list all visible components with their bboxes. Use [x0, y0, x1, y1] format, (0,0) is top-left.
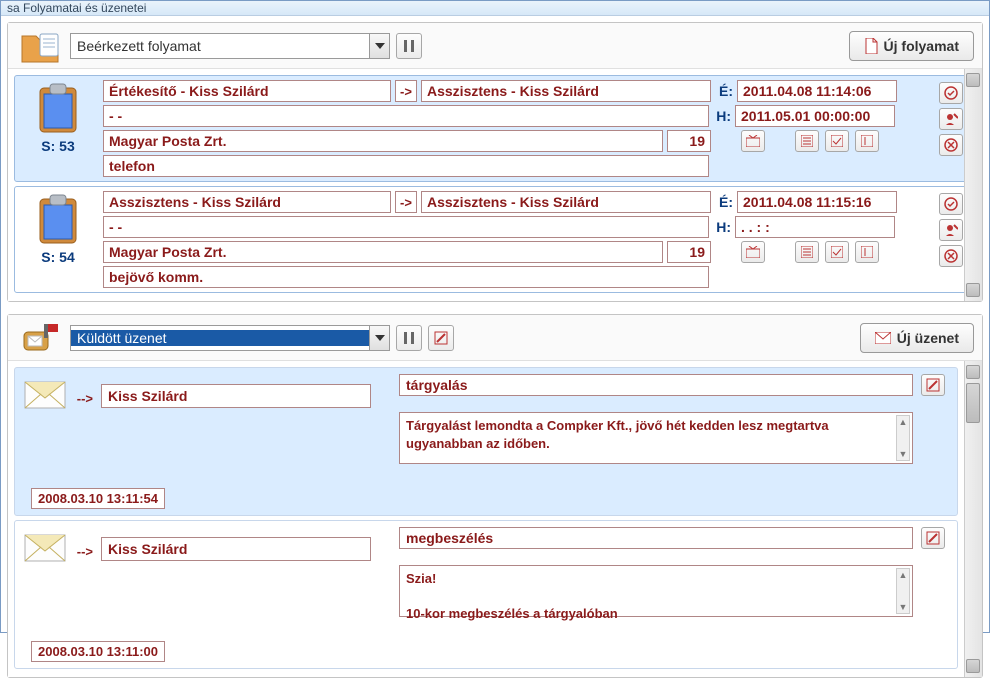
scroll-down-icon[interactable]	[966, 283, 980, 297]
accept-button[interactable]	[939, 193, 963, 215]
keyboard-button[interactable]	[741, 130, 765, 152]
subject-field[interactable]: tárgyalás	[399, 374, 913, 396]
delete-button[interactable]	[939, 134, 963, 156]
processes-icon	[16, 26, 64, 66]
messages-list: --> Kiss Szilárd tárgyalás Tárgyalást le…	[8, 361, 982, 677]
direction-arrow: -->	[77, 530, 93, 559]
delete-button[interactable]	[939, 245, 963, 267]
envelope-icon	[23, 527, 67, 563]
message-row[interactable]: --> Kiss Szilárd tárgyalás Tárgyalást le…	[14, 367, 958, 516]
processes-toolbar: Új folyamat	[8, 23, 982, 69]
process-sid: S: 53	[41, 138, 74, 154]
clipboard-icon	[30, 80, 86, 136]
body-text: Szia! 10-kor megbeszélés a tárgyalóban	[406, 570, 906, 623]
h-date-field[interactable]: . . : :	[735, 216, 895, 238]
qty-field[interactable]: 19	[667, 130, 711, 152]
message-row[interactable]: --> Kiss Szilárd megbeszélés Szia! 10-ko…	[14, 520, 958, 669]
note-field[interactable]: bejövő komm.	[103, 266, 709, 288]
new-process-label: Új folyamat	[884, 38, 959, 54]
window-title: sa Folyamatai és üzenetei	[7, 1, 146, 15]
list-button[interactable]	[795, 241, 819, 263]
process-filter-value[interactable]	[71, 38, 369, 54]
window-titlebar: sa Folyamatai és üzenetei	[1, 1, 989, 16]
app-window: sa Folyamatai és üzenetei	[0, 0, 990, 633]
e-label: É:	[715, 194, 733, 210]
edit-message-button[interactable]	[921, 527, 945, 549]
edit-message-button[interactable]	[921, 374, 945, 396]
compose-icon-button[interactable]	[428, 325, 454, 351]
partner-field[interactable]: Magyar Posta Zrt.	[103, 241, 663, 263]
scroll-thumb[interactable]	[966, 383, 980, 423]
body-scrollbar[interactable]: ▲▼	[896, 415, 910, 461]
e-label: É:	[715, 83, 733, 99]
scroll-up-icon[interactable]	[966, 73, 980, 87]
notes-button[interactable]	[855, 130, 879, 152]
h-label: H:	[713, 108, 731, 124]
process-filter-dropdown-button[interactable]	[369, 34, 389, 58]
line2-field[interactable]: - -	[103, 216, 709, 238]
to-field[interactable]: Asszisztens - Kiss Szilárd	[421, 80, 711, 102]
note-field[interactable]: telefon	[103, 155, 709, 177]
mailbox-icon	[16, 318, 64, 358]
from-field[interactable]: Asszisztens - Kiss Szilárd	[103, 191, 391, 213]
notes-button[interactable]	[855, 241, 879, 263]
message-filter-combo[interactable]	[70, 325, 390, 351]
checklist-button[interactable]	[825, 130, 849, 152]
checklist-button[interactable]	[825, 241, 849, 263]
new-message-label: Új üzenet	[897, 330, 959, 346]
keyboard-button[interactable]	[741, 241, 765, 263]
body-text: Tárgyalást lemondta a Compker Kft., jövő…	[406, 417, 906, 452]
messages-panel: Új üzenet --> Kiss Szilárd tárgyalás	[7, 314, 983, 678]
messages-toolbar: Új üzenet	[8, 315, 982, 361]
e-date-field[interactable]: 2011.04.08 11:15:16	[737, 191, 897, 213]
recipient-field[interactable]: Kiss Szilárd	[101, 384, 371, 408]
message-filter-dropdown-button[interactable]	[369, 326, 389, 350]
process-filter-combo[interactable]	[70, 33, 390, 59]
h-label: H:	[713, 219, 731, 235]
h-date-field[interactable]: 2011.05.01 00:00:00	[735, 105, 895, 127]
accept-button[interactable]	[939, 82, 963, 104]
timestamp-field: 2008.03.10 13:11:00	[31, 641, 165, 662]
process-row[interactable]: S: 54 Asszisztens - Kiss Szilárd -> Assz…	[14, 186, 972, 293]
new-message-button[interactable]: Új üzenet	[860, 323, 974, 353]
recipient-field[interactable]: Kiss Szilárd	[101, 537, 371, 561]
from-field[interactable]: Értékesítő - Kiss Szilárd	[103, 80, 391, 102]
list-button[interactable]	[795, 130, 819, 152]
body-field[interactable]: Tárgyalást lemondta a Compker Kft., jövő…	[399, 412, 913, 464]
arrow-icon: ->	[395, 80, 417, 102]
message-filter-value[interactable]	[71, 330, 369, 346]
direction-arrow: -->	[77, 377, 93, 406]
processes-scrollbar[interactable]	[964, 69, 982, 301]
e-date-field[interactable]: 2011.04.08 11:14:06	[737, 80, 897, 102]
subject-field[interactable]: megbeszélés	[399, 527, 913, 549]
to-field[interactable]: Asszisztens - Kiss Szilárd	[421, 191, 711, 213]
partner-field[interactable]: Magyar Posta Zrt.	[103, 130, 663, 152]
processes-list: S: 53 Értékesítő - Kiss Szilárd -> Asszi…	[8, 69, 982, 301]
new-document-icon	[864, 38, 878, 54]
line2-field[interactable]: - -	[103, 105, 709, 127]
pause-button[interactable]	[396, 33, 422, 59]
processes-panel: Új folyamat S: 53 Értékesítő - Kiss Szil…	[7, 22, 983, 302]
pause-button[interactable]	[396, 325, 422, 351]
messages-scrollbar[interactable]	[964, 361, 982, 677]
envelope-icon	[23, 374, 67, 410]
process-sid: S: 54	[41, 249, 74, 265]
scroll-down-icon[interactable]	[966, 659, 980, 673]
assign-button[interactable]	[939, 219, 963, 241]
arrow-icon: ->	[395, 191, 417, 213]
scroll-up-icon[interactable]	[966, 365, 980, 379]
body-scrollbar[interactable]: ▲▼	[896, 568, 910, 614]
new-process-button[interactable]: Új folyamat	[849, 31, 974, 61]
body-field[interactable]: Szia! 10-kor megbeszélés a tárgyalóban ▲…	[399, 565, 913, 617]
mail-icon	[875, 332, 891, 344]
process-row[interactable]: S: 53 Értékesítő - Kiss Szilárd -> Asszi…	[14, 75, 972, 182]
qty-field[interactable]: 19	[667, 241, 711, 263]
timestamp-field: 2008.03.10 13:11:54	[31, 488, 165, 509]
clipboard-icon	[30, 191, 86, 247]
assign-button[interactable]	[939, 108, 963, 130]
